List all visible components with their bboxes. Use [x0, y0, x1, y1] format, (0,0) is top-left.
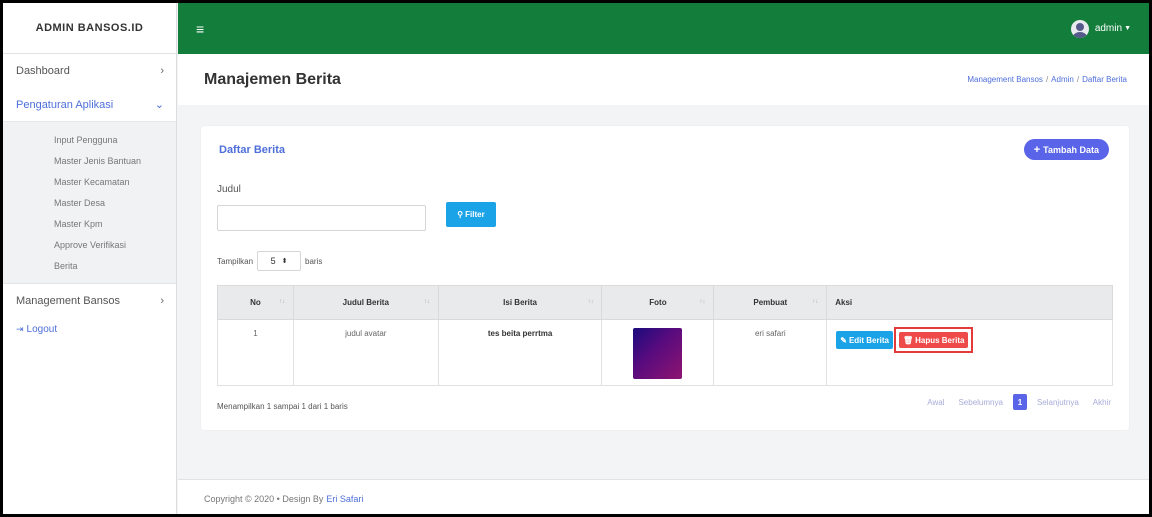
select-arrows-icon: ⬍ — [281, 258, 288, 265]
page-last[interactable]: Akhir — [1093, 398, 1111, 407]
edit-label: Edit Berita — [848, 335, 889, 345]
sidebar-item-management-bansos[interactable]: Management Bansos › — [3, 284, 176, 318]
cell-no: 1 — [217, 319, 294, 386]
submenu-item-master-jenis-bantuan[interactable]: Master Jenis Bantuan — [3, 151, 176, 172]
column-header-foto[interactable]: Foto ↑↓ — [601, 285, 715, 320]
logout-icon: ⇥ — [16, 323, 24, 334]
sidebar-item-label: Dashboard — [16, 65, 70, 77]
hapus-berita-button[interactable]: 🗑 Hapus Berita — [898, 332, 969, 348]
submenu-item-master-kecamatan[interactable]: Master Kecamatan — [3, 172, 176, 193]
berita-card: Daftar Berita + Tambah Data Judul ⚲ Filt… — [201, 126, 1129, 430]
footer-author-link[interactable]: Eri Safari — [326, 494, 363, 504]
filter-label: Filter — [465, 210, 485, 219]
plus-icon: + — [1033, 143, 1041, 156]
logout-label: Logout — [26, 323, 58, 335]
search-icon: ⚲ — [457, 210, 464, 219]
sidebar-item-dashboard[interactable]: Dashboard › — [3, 54, 176, 88]
breadcrumb-item[interactable]: Management Bansos — [967, 75, 1043, 84]
breadcrumb-separator: / — [1045, 75, 1049, 84]
sort-icon: ↑↓ — [812, 299, 819, 305]
page-title: Manajemen Berita — [204, 70, 341, 88]
pagination-info: Menampilkan 1 sampai 1 dari 1 baris — [217, 402, 348, 411]
topbar: ≡ admin ▼ — [178, 3, 1149, 54]
submenu-item-berita[interactable]: Berita — [3, 256, 176, 277]
hapus-label: Hapus Berita — [915, 335, 965, 345]
table-row: 1 judul avatar tes beita perrtma eri saf… — [217, 319, 1113, 386]
news-thumbnail — [633, 328, 683, 379]
sidebar-item-label: Pengaturan Aplikasi — [16, 98, 114, 111]
judul-input[interactable] — [217, 205, 426, 231]
page-prev[interactable]: Sebelumnya — [958, 398, 1002, 407]
breadcrumb: Management Bansos / Admin / Daftar Berita — [967, 75, 1127, 84]
highlight-box: 🗑 Hapus Berita — [893, 327, 974, 353]
cell-aksi: ✎ Edit Berita 🗑 Hapus Berita — [826, 319, 1113, 386]
page-size-select[interactable]: 5 ⬍ — [257, 251, 302, 271]
page-size-value: 5 — [270, 256, 276, 266]
submenu-item-input-pengguna[interactable]: Input Pengguna — [3, 130, 176, 151]
hamburger-icon[interactable]: ≡ — [196, 21, 204, 37]
cell-judul: judul avatar — [292, 319, 439, 386]
app-frame: ADMIN BANSOS.ID Dashboard › Pengaturan A… — [0, 0, 1152, 517]
sort-icon: ↑↓ — [423, 299, 430, 305]
chevron-right-icon: › — [160, 295, 164, 307]
user-menu[interactable]: admin ▼ — [1070, 19, 1131, 38]
action-group: ✎ Edit Berita 🗑 Hapus Berita — [836, 327, 1112, 353]
page-next[interactable]: Selanjutnya — [1037, 398, 1079, 407]
column-header-no[interactable]: No ↑↓ — [217, 285, 294, 320]
card-header: Daftar Berita + Tambah Data — [201, 126, 1129, 173]
column-header-aksi: Aksi — [826, 285, 1113, 320]
chevron-right-icon: › — [160, 65, 164, 77]
content-header: Manajemen Berita Management Bansos / Admin… — [178, 54, 1149, 105]
page-size-control: Tampilkan 5 ⬍ baris — [217, 251, 322, 271]
column-header-pembuat[interactable]: Pembuat ↑↓ — [713, 285, 828, 320]
cell-pembuat: eri safari — [713, 319, 828, 386]
berita-table: No ↑↓ Judul Berita ↑↓ Isi Berita ↑↓ Foto ↑↓ … — [217, 285, 1113, 386]
submenu-item-approve-verifikasi[interactable]: Approve Verifikasi — [3, 235, 176, 256]
breadcrumb-item[interactable]: Admin — [1051, 75, 1074, 84]
submenu-item-master-desa[interactable]: Master Desa — [3, 193, 176, 214]
edit-icon: ✎ — [840, 335, 847, 345]
table-header-row: No ↑↓ Judul Berita ↑↓ Isi Berita ↑↓ Foto ↑↓ … — [217, 285, 1113, 320]
page-current[interactable]: 1 — [1012, 394, 1027, 410]
breadcrumb-separator: / — [1076, 75, 1080, 84]
card-title: Daftar Berita — [219, 143, 286, 156]
breadcrumb-item[interactable]: Daftar Berita — [1082, 75, 1127, 84]
column-header-judul[interactable]: Judul Berita ↑↓ — [292, 285, 439, 320]
trash-icon: 🗑 — [902, 335, 914, 345]
footer: Copyright © 2020 • Design By Eri Safari — [178, 479, 1149, 514]
submenu-pengaturan: Input Pengguna Master Jenis Bantuan Mast… — [3, 122, 176, 284]
chevron-down-icon: ⌄ — [154, 99, 164, 111]
cell-isi: tes beita perrtma — [437, 319, 603, 386]
avatar — [1070, 19, 1089, 38]
show-prefix: Tampilkan — [217, 256, 254, 266]
sort-icon: ↑↓ — [699, 299, 706, 305]
pagination: Awal Sebelumnya 1 Selanjutnya Akhir — [913, 394, 1111, 410]
add-data-label: Tambah Data — [1043, 144, 1099, 155]
footer-text: Copyright © 2020 • Design By — [204, 493, 324, 504]
show-suffix: baris — [305, 256, 323, 266]
add-data-button[interactable]: + Tambah Data — [1023, 139, 1109, 160]
sidebar: ADMIN BANSOS.ID Dashboard › Pengaturan A… — [3, 3, 177, 514]
caret-down-icon: ▼ — [1124, 25, 1131, 32]
edit-berita-button[interactable]: ✎ Edit Berita — [836, 331, 893, 349]
cell-foto — [601, 319, 715, 386]
page-first[interactable]: Awal — [927, 398, 944, 407]
sidebar-item-pengaturan-aplikasi[interactable]: Pengaturan Aplikasi ⌄ — [3, 88, 176, 122]
judul-label: Judul — [217, 184, 241, 195]
filter-button[interactable]: ⚲ Filter — [446, 202, 496, 227]
sort-icon: ↑↓ — [278, 299, 285, 305]
logout-link[interactable]: ⇥ Logout — [3, 318, 176, 340]
sort-icon: ↑↓ — [587, 299, 594, 305]
brand-logo[interactable]: ADMIN BANSOS.ID — [3, 3, 176, 54]
submenu-item-master-kpm[interactable]: Master Kpm — [3, 214, 176, 235]
sidebar-item-label: Management Bansos — [16, 295, 120, 307]
column-header-isi[interactable]: Isi Berita ↑↓ — [437, 285, 603, 320]
user-name: admin — [1094, 23, 1123, 34]
